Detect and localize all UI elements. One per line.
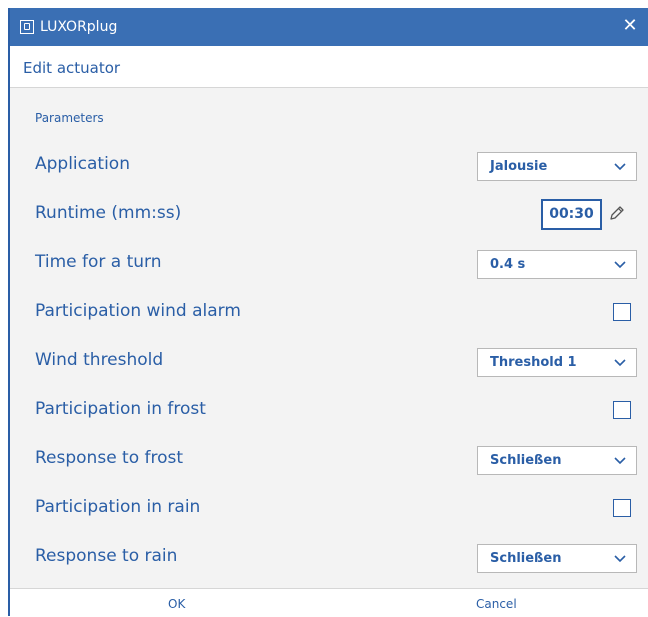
dialog-window: LUXORplug ✕ Edit actuator Parameters App… bbox=[8, 8, 648, 617]
frost-checkbox[interactable] bbox=[613, 401, 631, 419]
turn-time-select[interactable]: 0.4 s bbox=[477, 250, 637, 279]
wind-alarm-label: Participation wind alarm bbox=[35, 301, 241, 321]
frost-response-label: Response to frost bbox=[35, 448, 184, 468]
chevron-down-icon bbox=[614, 261, 626, 269]
frost-response-select[interactable]: Schließen bbox=[477, 446, 637, 475]
application-value: Jalousie bbox=[490, 159, 548, 174]
runtime-field[interactable]: 00:30 bbox=[541, 199, 602, 230]
chevron-down-icon bbox=[614, 359, 626, 367]
row-rain: Participation in rain bbox=[10, 485, 648, 533]
frost-label: Participation in frost bbox=[35, 399, 206, 419]
row-rain-response: Response to rain Schließen bbox=[10, 534, 648, 582]
wind-threshold-label: Wind threshold bbox=[35, 350, 164, 370]
row-runtime: Runtime (mm:ss) 00:30 bbox=[10, 191, 648, 239]
title-bar: LUXORplug ✕ bbox=[10, 8, 648, 46]
chevron-down-icon bbox=[614, 457, 626, 465]
turn-time-label: Time for a turn bbox=[35, 252, 162, 272]
runtime-label: Runtime (mm:ss) bbox=[35, 203, 182, 223]
page-title: Edit actuator bbox=[23, 59, 121, 77]
rain-response-select[interactable]: Schließen bbox=[477, 544, 637, 573]
application-label: Application bbox=[35, 154, 130, 174]
close-icon[interactable]: ✕ bbox=[620, 16, 640, 36]
rain-checkbox[interactable] bbox=[613, 499, 631, 517]
wind-threshold-select[interactable]: Threshold 1 bbox=[477, 348, 637, 377]
row-frost: Participation in frost bbox=[10, 387, 648, 435]
ok-button[interactable]: OK bbox=[168, 597, 185, 611]
dialog-header: Edit actuator bbox=[10, 46, 648, 88]
rain-response-label: Response to rain bbox=[35, 546, 178, 566]
chevron-down-icon bbox=[614, 555, 626, 563]
wind-threshold-value: Threshold 1 bbox=[490, 355, 577, 370]
pencil-icon[interactable] bbox=[608, 204, 626, 222]
row-wind-threshold: Wind threshold Threshold 1 bbox=[10, 338, 648, 386]
cancel-button[interactable]: Cancel bbox=[476, 597, 517, 611]
rain-label: Participation in rain bbox=[35, 497, 201, 517]
wind-alarm-checkbox[interactable] bbox=[613, 303, 631, 321]
chevron-down-icon bbox=[614, 163, 626, 171]
frost-response-value: Schließen bbox=[490, 453, 562, 468]
row-frost-response: Response to frost Schließen bbox=[10, 436, 648, 484]
app-icon bbox=[20, 20, 34, 34]
row-wind-alarm: Participation wind alarm bbox=[10, 289, 648, 337]
application-select[interactable]: Jalousie bbox=[477, 152, 637, 181]
section-label-parameters: Parameters bbox=[35, 111, 104, 125]
row-application: Application Jalousie bbox=[10, 142, 648, 190]
turn-time-value: 0.4 s bbox=[490, 257, 526, 272]
window-title: LUXORplug bbox=[40, 19, 118, 35]
row-turn-time: Time for a turn 0.4 s bbox=[10, 240, 648, 288]
rain-response-value: Schließen bbox=[490, 551, 562, 566]
dialog-footer: OK Cancel bbox=[10, 588, 648, 617]
